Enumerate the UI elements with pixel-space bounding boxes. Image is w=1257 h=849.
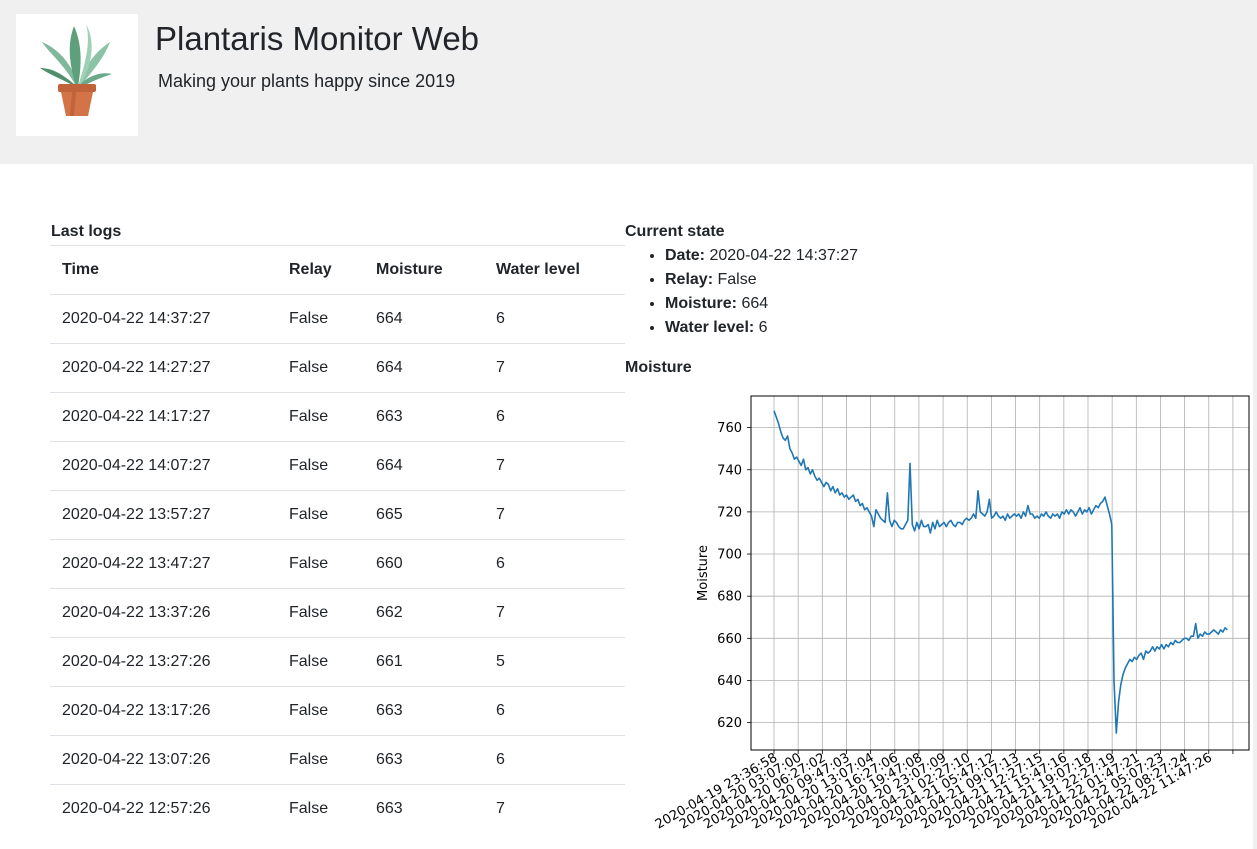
cell-water-level: 6 bbox=[484, 686, 625, 736]
cell-moisture: 663 bbox=[364, 686, 484, 736]
state-item-moisture: Moisture: 664 bbox=[665, 292, 858, 316]
y-tick-label: 640 bbox=[717, 674, 742, 689]
logs-table: Time Relay Moisture Water level 2020-04-… bbox=[50, 245, 625, 833]
cell-water-level: 6 bbox=[484, 392, 625, 442]
state-label: Date: bbox=[665, 247, 706, 264]
chart-frame bbox=[750, 395, 1250, 751]
cell-relay: False bbox=[277, 686, 364, 736]
cell-water-level: 7 bbox=[484, 490, 625, 540]
table-row: 2020-04-22 13:47:27 False 660 6 bbox=[50, 539, 625, 589]
cell-water-level: 7 bbox=[484, 441, 625, 491]
current-state-list: Date: 2020-04-22 14:37:27 Relay: False M… bbox=[625, 244, 858, 340]
state-label: Relay: bbox=[665, 271, 714, 288]
cell-time: 2020-04-22 13:37:26 bbox=[50, 588, 277, 638]
app-tagline: Making your plants happy since 2019 bbox=[158, 71, 456, 91]
cell-moisture: 664 bbox=[364, 343, 484, 393]
cell-relay: False bbox=[277, 392, 364, 442]
y-tick-label: 760 bbox=[717, 421, 742, 436]
y-tick-label: 700 bbox=[717, 548, 742, 563]
moisture-chart: 6206406606807007207407602020-04-19 23:36… bbox=[653, 395, 1250, 833]
app-title: Plantaris Monitor Web bbox=[155, 20, 480, 57]
cell-water-level: 5 bbox=[484, 637, 625, 687]
state-value: 6 bbox=[758, 319, 768, 336]
last-logs-title: Last logs bbox=[51, 223, 122, 240]
y-tick-label: 620 bbox=[717, 716, 742, 731]
cell-water-level: 6 bbox=[484, 735, 625, 785]
cell-relay: False bbox=[277, 294, 364, 344]
state-value: False bbox=[717, 271, 757, 288]
current-state-title: Current state bbox=[625, 223, 725, 240]
cell-time: 2020-04-22 13:07:26 bbox=[50, 735, 277, 785]
cell-moisture: 664 bbox=[364, 294, 484, 344]
plantaris-logo bbox=[16, 14, 138, 136]
cell-water-level: 7 bbox=[484, 784, 625, 833]
cell-relay: False bbox=[277, 343, 364, 393]
table-row: 2020-04-22 14:07:27 False 664 7 bbox=[50, 441, 625, 491]
column-header-moisture: Moisture bbox=[364, 245, 484, 295]
table-row: 2020-04-22 13:17:26 False 663 6 bbox=[50, 686, 625, 736]
cell-relay: False bbox=[277, 735, 364, 785]
state-label: Moisture: bbox=[665, 295, 737, 312]
cell-time: 2020-04-22 13:17:26 bbox=[50, 686, 277, 736]
state-label: Water level: bbox=[665, 319, 755, 336]
cell-moisture: 661 bbox=[364, 637, 484, 687]
table-row: 2020-04-22 13:07:26 False 663 6 bbox=[50, 735, 625, 785]
cell-moisture: 663 bbox=[364, 784, 484, 833]
cell-relay: False bbox=[277, 490, 364, 540]
cell-relay: False bbox=[277, 539, 364, 589]
cell-time: 2020-04-22 14:27:27 bbox=[50, 343, 277, 393]
cell-time: 2020-04-22 13:27:26 bbox=[50, 637, 277, 687]
state-item-relay: Relay: False bbox=[665, 268, 858, 292]
y-tick-label: 680 bbox=[717, 590, 742, 605]
y-axis-label: Moisture bbox=[696, 545, 711, 601]
cell-water-level: 7 bbox=[484, 588, 625, 638]
table-row: 2020-04-22 14:37:27 False 664 6 bbox=[50, 294, 625, 344]
cell-moisture: 662 bbox=[364, 588, 484, 638]
cell-time: 2020-04-22 12:57:26 bbox=[50, 784, 277, 833]
cell-relay: False bbox=[277, 588, 364, 638]
potted-plant-icon bbox=[40, 24, 112, 116]
table-row: 2020-04-22 14:27:27 False 664 7 bbox=[50, 343, 625, 393]
state-item-date: Date: 2020-04-22 14:37:27 bbox=[665, 244, 858, 268]
table-row: 2020-04-22 14:17:27 False 663 6 bbox=[50, 392, 625, 442]
table-row: 2020-04-22 13:57:27 False 665 7 bbox=[50, 490, 625, 540]
logs-header-row: Time Relay Moisture Water level bbox=[50, 245, 625, 295]
cell-time: 2020-04-22 13:57:27 bbox=[50, 490, 277, 540]
cell-time: 2020-04-22 13:47:27 bbox=[50, 539, 277, 589]
cell-relay: False bbox=[277, 637, 364, 687]
cell-moisture: 665 bbox=[364, 490, 484, 540]
cell-moisture: 660 bbox=[364, 539, 484, 589]
cell-relay: False bbox=[277, 784, 364, 833]
cell-moisture: 663 bbox=[364, 735, 484, 785]
state-item-water-level: Water level: 6 bbox=[665, 316, 858, 340]
table-row: 2020-04-22 13:37:26 False 662 7 bbox=[50, 588, 625, 638]
cell-relay: False bbox=[277, 441, 364, 491]
table-row: 2020-04-22 13:27:26 False 661 5 bbox=[50, 637, 625, 687]
y-tick-label: 740 bbox=[717, 463, 742, 478]
column-header-time: Time bbox=[50, 245, 277, 295]
table-row: 2020-04-22 12:57:26 False 663 7 bbox=[50, 784, 625, 833]
column-header-water-level: Water level bbox=[484, 245, 625, 295]
cell-time: 2020-04-22 14:17:27 bbox=[50, 392, 277, 442]
y-tick-label: 720 bbox=[717, 505, 742, 520]
cell-moisture: 663 bbox=[364, 392, 484, 442]
state-value: 2020-04-22 14:37:27 bbox=[709, 247, 859, 264]
cell-time: 2020-04-22 14:37:27 bbox=[50, 294, 277, 344]
cell-water-level: 6 bbox=[484, 539, 625, 589]
moisture-chart-title: Moisture bbox=[625, 359, 692, 376]
cell-water-level: 6 bbox=[484, 294, 625, 344]
page-header: Plantaris Monitor Web Making your plants… bbox=[0, 0, 1257, 164]
cell-water-level: 7 bbox=[484, 343, 625, 393]
page-edge bbox=[1253, 164, 1257, 849]
moisture-series-line bbox=[773, 410, 1228, 734]
y-tick-label: 660 bbox=[717, 632, 742, 647]
column-header-relay: Relay bbox=[277, 245, 364, 295]
state-value: 664 bbox=[741, 295, 769, 312]
cell-moisture: 664 bbox=[364, 441, 484, 491]
cell-time: 2020-04-22 14:07:27 bbox=[50, 441, 277, 491]
